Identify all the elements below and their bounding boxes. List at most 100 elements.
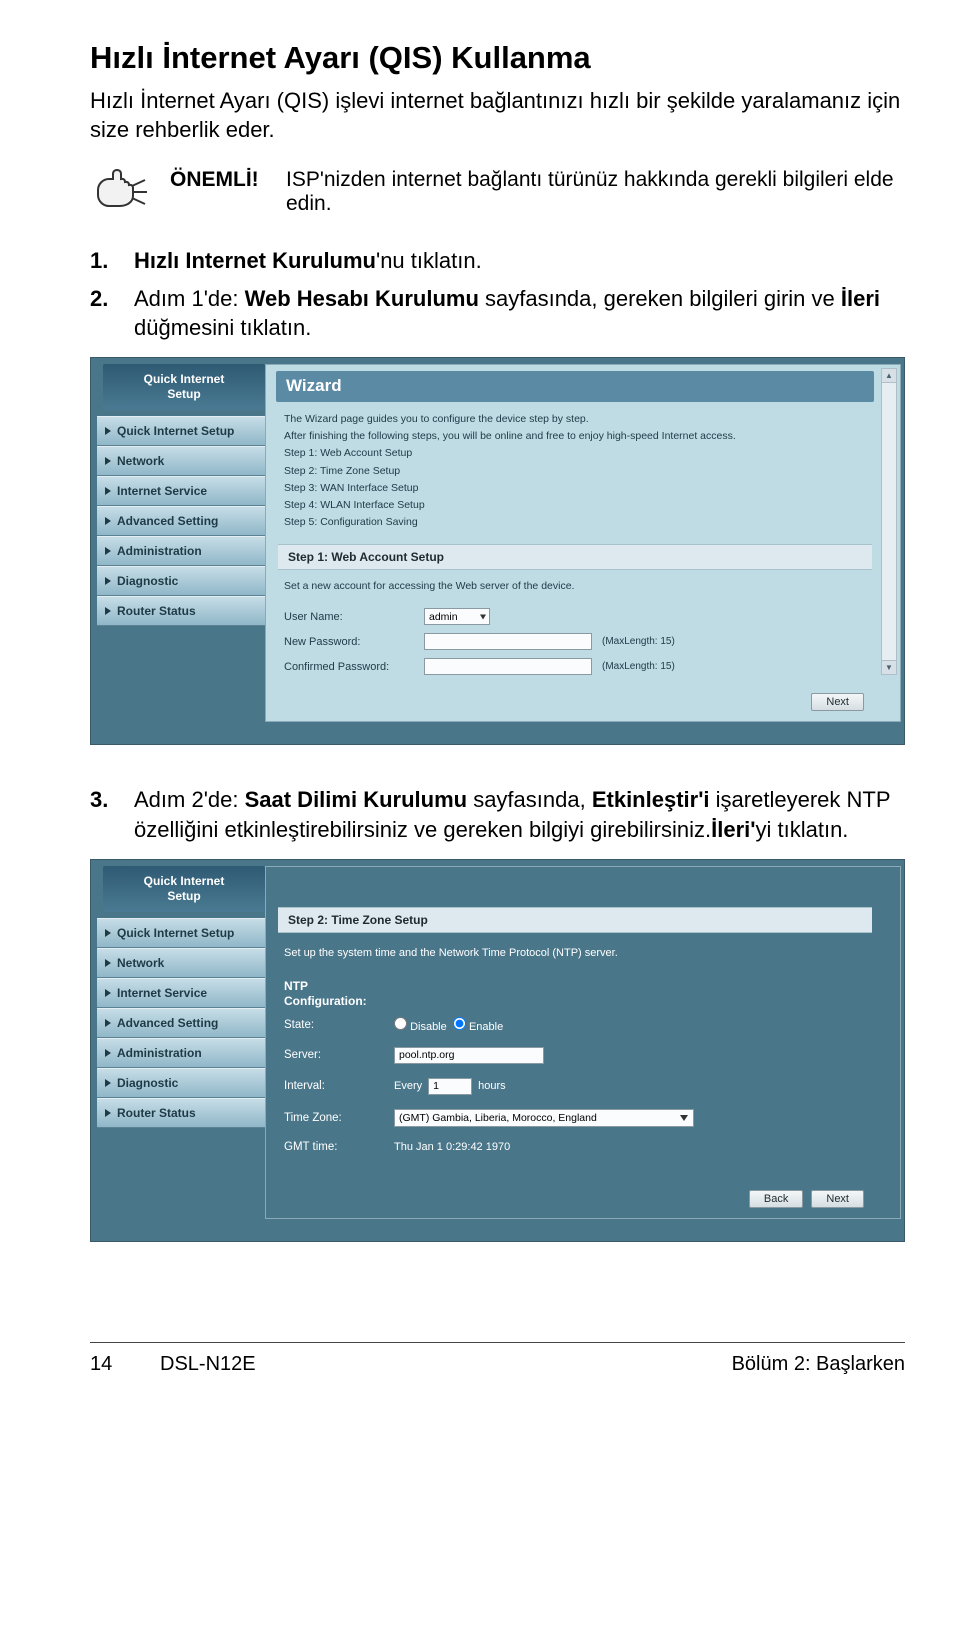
sidebar-item-router-status[interactable]: Router Status: [97, 1098, 265, 1128]
step-num: 3.: [90, 785, 118, 844]
qis-header[interactable]: Quick Internet Setup: [103, 866, 265, 912]
step-2-c: düğmesini tıklatın.: [134, 315, 311, 340]
step1-label: Step 1: Web Account Setup: [278, 544, 872, 570]
chevron-right-icon: [105, 427, 111, 435]
next-button[interactable]: Next: [811, 693, 864, 711]
step-1-rest: 'nu tıklatın.: [376, 248, 482, 273]
chevron-right-icon: [105, 577, 111, 585]
step-3: 3. Adım 2'de: Saat Dilimi Kurulumu sayfa…: [90, 785, 905, 844]
gmt-value: Thu Jan 1 0:29:42 1970: [394, 1141, 510, 1153]
row-user-name: User Name:: [274, 604, 892, 629]
chevron-down-icon[interactable]: [680, 1115, 688, 1121]
important-note: ÖNEMLİ! ISP'nizden internet bağlantı tür…: [90, 168, 905, 216]
sidebar-item-router-status[interactable]: Router Status: [97, 596, 265, 626]
confirm-password-input[interactable]: [424, 658, 592, 675]
step-2-bold: Web Hesabı Kurulumu: [245, 286, 479, 311]
step-3-bold3: İleri': [711, 817, 755, 842]
ntp-line-2: Configuration:: [284, 994, 882, 1010]
wizard-line: Step 4: WLAN Interface Setup: [284, 498, 868, 512]
radio-disable[interactable]: Disable: [394, 1017, 447, 1033]
sidebar-item-label: Internet Service: [117, 986, 207, 1000]
radio-enable[interactable]: Enable: [453, 1017, 503, 1033]
note-hand-icon: [90, 168, 154, 208]
user-name-label: User Name:: [284, 611, 424, 623]
wizard-line: The Wizard page guides you to configure …: [284, 412, 868, 426]
steps-list: 1. Hızlı Internet Kurulumu'nu tıklatın. …: [90, 246, 905, 343]
interval-suffix: hours: [478, 1080, 506, 1092]
step-3-bold2: Etkinleştir'i: [592, 787, 710, 812]
qis-line-1: Quick Internet: [109, 874, 259, 889]
page-number: 14: [90, 1353, 140, 1376]
scroll-up-icon[interactable]: ▲: [882, 369, 896, 383]
sidebar-item-diagnostic[interactable]: Diagnostic: [97, 566, 265, 596]
sidebar-item-label: Router Status: [117, 1106, 196, 1120]
sidebar-item-internet-service[interactable]: Internet Service: [97, 978, 265, 1008]
disable-text: Disable: [410, 1021, 447, 1033]
radio-enable-input[interactable]: [453, 1017, 466, 1030]
step-2-b: sayfasında, gereken bilgileri girin ve: [479, 286, 841, 311]
gmt-label: GMT time:: [284, 1141, 394, 1153]
step2-desc: Set up the system time and the Network T…: [274, 943, 892, 979]
ntp-conf-label: NTP Configuration:: [274, 979, 892, 1010]
sidebar-item-internet-service[interactable]: Internet Service: [97, 476, 265, 506]
wizard-line: Step 3: WAN Interface Setup: [284, 481, 868, 495]
chevron-right-icon: [105, 929, 111, 937]
timezone-select[interactable]: [394, 1109, 694, 1127]
scrollbar[interactable]: ▲ ▼: [881, 368, 897, 675]
sidebar-item-label: Diagnostic: [117, 1076, 178, 1090]
content-panel: Step 2: Time Zone Setup Set up the syste…: [265, 866, 901, 1219]
sidebar-item-administration[interactable]: Administration: [97, 536, 265, 566]
chevron-right-icon: [105, 1019, 111, 1027]
row-state: State: Disable Enable: [274, 1010, 892, 1040]
sidebar-item-network[interactable]: Network: [97, 446, 265, 476]
chevron-right-icon: [105, 607, 111, 615]
state-label: State:: [284, 1019, 394, 1031]
timezone-label: Time Zone:: [284, 1112, 394, 1124]
wizard-description: The Wizard page guides you to configure …: [274, 412, 892, 540]
radio-disable-input[interactable]: [394, 1017, 407, 1030]
sidebar-item-network[interactable]: Network: [97, 948, 265, 978]
step-3-b: sayfasında,: [467, 787, 592, 812]
intro-text: Hızlı İnternet Ayarı (QIS) işlevi intern…: [90, 86, 905, 144]
sidebar-item-label: Diagnostic: [117, 574, 178, 588]
sidebar-item-advanced-setting[interactable]: Advanced Setting: [97, 506, 265, 536]
interval-prefix: Every: [394, 1080, 422, 1092]
sidebar-item-label: Advanced Setting: [117, 514, 218, 528]
router-panel-step2: Quick Internet Setup Quick Internet Setu…: [90, 859, 905, 1242]
qis-header[interactable]: Quick Internet Setup: [103, 364, 265, 410]
sidebar-item-advanced-setting[interactable]: Advanced Setting: [97, 1008, 265, 1038]
interval-input[interactable]: [428, 1078, 472, 1095]
server-label: Server:: [284, 1049, 394, 1061]
new-password-label: New Password:: [284, 636, 424, 648]
maxlength-hint: (MaxLength: 15): [602, 636, 675, 647]
step-2: 2. Adım 1'de: Web Hesabı Kurulumu sayfas…: [90, 284, 905, 343]
back-button[interactable]: Back: [749, 1190, 803, 1208]
sidebar-item-diagnostic[interactable]: Diagnostic: [97, 1068, 265, 1098]
chevron-down-icon[interactable]: [480, 614, 486, 619]
chevron-right-icon: [105, 517, 111, 525]
page-footer: 14 DSL-N12E Bölüm 2: Başlarken: [90, 1342, 905, 1376]
sidebar-item-label: Administration: [117, 544, 202, 558]
scroll-down-icon[interactable]: ▼: [882, 660, 896, 674]
step-3-a: Adım 2'de:: [134, 787, 245, 812]
server-input[interactable]: [394, 1047, 544, 1064]
chevron-right-icon: [105, 457, 111, 465]
note-text: ISP'nizden internet bağlantı türünüz hak…: [286, 168, 905, 216]
qis-line-2: Setup: [109, 889, 259, 904]
new-password-input[interactable]: [424, 633, 592, 650]
interval-label: Interval:: [284, 1080, 394, 1092]
chevron-right-icon: [105, 1079, 111, 1087]
sidebar-item-administration[interactable]: Administration: [97, 1038, 265, 1068]
chevron-right-icon: [105, 1049, 111, 1057]
wizard-line: After finishing the following steps, you…: [284, 429, 868, 443]
router-panel-step1: Quick Internet Setup Quick Internet Setu…: [90, 357, 905, 745]
sidebar-item-quick-internet-setup[interactable]: Quick Internet Setup: [97, 918, 265, 948]
step1-desc: Set a new account for accessing the Web …: [274, 580, 892, 604]
row-server: Server:: [274, 1040, 892, 1071]
next-button[interactable]: Next: [811, 1190, 864, 1208]
step-2-bold2: İleri: [841, 286, 880, 311]
maxlength-hint: (MaxLength: 15): [602, 661, 675, 672]
sidebar-item-quick-internet-setup[interactable]: Quick Internet Setup: [97, 416, 265, 446]
qis-line-2: Setup: [109, 387, 259, 402]
step-1: 1. Hızlı Internet Kurulumu'nu tıklatın.: [90, 246, 905, 276]
